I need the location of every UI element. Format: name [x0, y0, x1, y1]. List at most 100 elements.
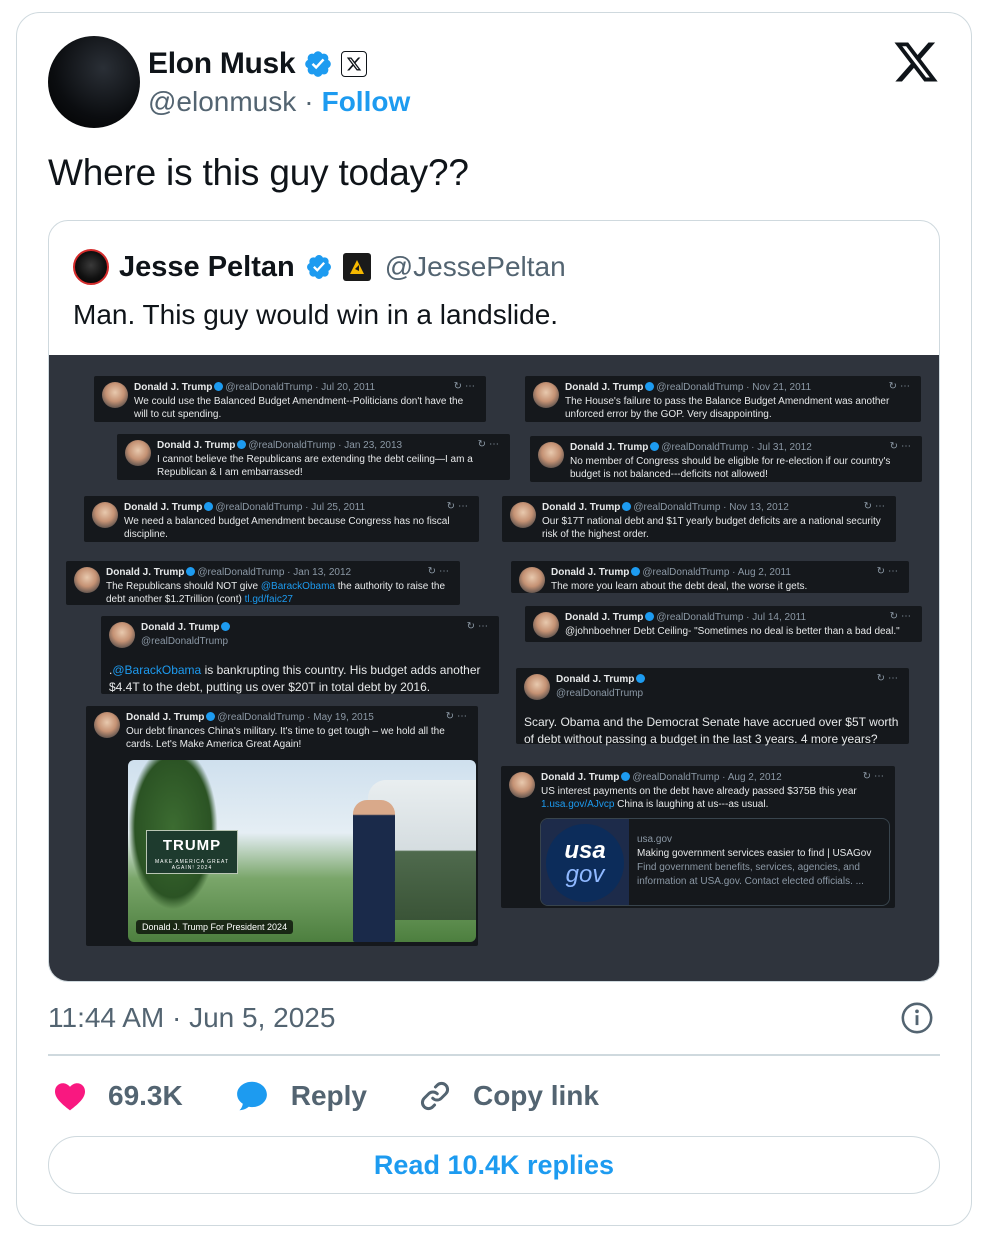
verified-badge-icon [636, 674, 646, 683]
collage-meta: @realDonaldTrump [141, 635, 229, 647]
collage-name: Donald J. Trump [542, 502, 621, 513]
link-domain: usa.gov [637, 834, 673, 845]
like-button[interactable]: 69.3K [52, 1078, 183, 1114]
follow-button[interactable]: Follow [322, 86, 411, 118]
verified-badge-icon [305, 51, 332, 77]
collage-tweet: Donald J. Trump @realDonaldTrump · Jul 31… [530, 436, 922, 482]
collage-meta: @realDonaldTrump · Jul 14, 2011 [656, 612, 807, 623]
campaign-photo: TRUMP MAKE AMERICA GREAT AGAIN! 2024 Don… [128, 760, 476, 942]
avatar[interactable] [48, 36, 140, 128]
reply-label: Reply [290, 1080, 367, 1111]
collage-name: Donald J. Trump [565, 382, 644, 393]
link-title: Making government services easier to fin… [637, 848, 872, 859]
tweet-text: Where is this guy today?? [48, 152, 469, 193]
reply-bubble-icon [236, 1081, 267, 1111]
copy-link-label: Copy link [472, 1080, 599, 1111]
collage-tweet: Donald J. Trump @realDonaldTrump · Jan 23… [117, 434, 510, 480]
collage-name: Donald J. Trump [565, 612, 644, 623]
more-icon: ↻⋯ [453, 381, 478, 392]
more-icon: ↻⋯ [445, 711, 470, 722]
collage-text: Our $17T national debt and $1T yearly bu… [542, 515, 881, 541]
collage-tweet: Donald J. Trump @realDonaldTrump .@Barack… [101, 616, 499, 694]
author-handle-row: @elonmusk · Follow [148, 86, 410, 118]
divider [48, 1054, 940, 1056]
collage-text: The Republicans should NOT give [106, 580, 261, 592]
verified-badge-icon [237, 440, 247, 449]
read-replies-button[interactable]: Read 10.4K replies [48, 1136, 940, 1194]
collage-text: No member of Congress should be eligible… [570, 455, 891, 481]
quoted-avatar[interactable] [73, 249, 109, 285]
more-icon: ↻⋯ [889, 441, 914, 452]
more-icon: ↻⋯ [466, 621, 491, 632]
usagov-logo: usa gov [541, 819, 629, 905]
sign-subtext: MAKE AMERICA GREAT AGAIN! 2024 [154, 859, 230, 871]
collage-text: China is laughing at us---as usual. [614, 799, 769, 810]
avatar [102, 382, 128, 408]
verified-badge-icon [186, 567, 196, 576]
logo-text-usa: usa [564, 837, 606, 864]
collage-meta: @realDonaldTrump · Jul 31, 2012 [661, 442, 812, 453]
collage-meta: @realDonaldTrump · Nov 13, 2012 [633, 502, 789, 513]
collage-name: Donald J. Trump [541, 772, 620, 783]
collage-text: @johnboehner Debt Ceiling- "Sometimes no… [565, 625, 900, 637]
collage-text: Our debt finances China's military. It's… [126, 725, 445, 751]
separator-dot: · [304, 86, 314, 117]
mention-link: @BarackObama [112, 663, 202, 677]
collage-text: The more you learn about the debt deal, … [551, 580, 808, 592]
timestamp[interactable]: 11:44 AM · Jun 5, 2025 [48, 1002, 335, 1034]
collage-name: Donald J. Trump [124, 502, 203, 513]
link-preview-card: usa gov usa.gov Making government service… [540, 818, 890, 906]
collage-name: Donald J. Trump [126, 712, 205, 723]
link-description: Find government benefits, services, agen… [637, 862, 864, 887]
avatar [509, 772, 535, 798]
verified-badge-icon [206, 712, 216, 721]
info-icon[interactable] [900, 1001, 934, 1035]
avatar [109, 622, 135, 648]
avatar [510, 502, 536, 528]
author-handle[interactable]: @elonmusk [148, 86, 296, 118]
verified-badge-icon [645, 382, 655, 391]
more-icon: ↻⋯ [427, 566, 452, 577]
avatar [94, 712, 120, 738]
sign-text: TRUMP [162, 837, 222, 854]
collage-tweet: Donald J. Trump @realDonaldTrump · Jan 13… [66, 561, 460, 605]
photo-caption: Donald J. Trump For President 2024 [136, 920, 294, 934]
verified-badge-icon [650, 442, 660, 451]
more-icon: ↻⋯ [862, 771, 887, 782]
verified-badge-icon [621, 772, 631, 781]
collage-name: Donald J. Trump [106, 567, 185, 578]
verified-badge-icon [645, 612, 655, 621]
link-icon [420, 1082, 449, 1110]
collage-name: Donald J. Trump [551, 567, 630, 578]
collage-name: Donald J. Trump [141, 622, 220, 633]
copy-link-button[interactable]: Copy link [417, 1078, 599, 1114]
quoted-author-name[interactable]: Jesse Peltan [119, 251, 295, 284]
avatar [524, 674, 550, 700]
collage-tweet: Donald J. Trump @realDonaldTrump · Jul 25… [84, 496, 479, 542]
avatar [533, 612, 559, 638]
reply-button[interactable]: Reply [233, 1077, 367, 1115]
affiliate-badge-icon [342, 253, 371, 281]
collage-name: Donald J. Trump [570, 442, 649, 453]
collage-tweet: Donald J. Trump @realDonaldTrump · Nov 13… [502, 496, 896, 542]
collage-tweet: Donald J. Trump @realDonaldTrump · Jul 20… [94, 376, 486, 422]
more-icon: ↻⋯ [888, 381, 913, 392]
collage-meta: @realDonaldTrump · Jul 20, 2011 [225, 382, 376, 393]
more-icon: ↻⋯ [863, 501, 888, 512]
collage-meta: @realDonaldTrump · Jul 25, 2011 [215, 502, 366, 513]
avatar [92, 502, 118, 528]
action-bar: 69.3K Reply Copy link [52, 1074, 649, 1118]
collage-tweet: Donald J. Trump @realDonaldTrump · Aug 2,… [511, 561, 909, 593]
walking-figure [353, 800, 395, 942]
more-icon: ↻⋯ [876, 673, 901, 684]
logo-text-gov: gov [565, 861, 605, 888]
x-affiliate-badge-icon [341, 51, 368, 77]
x-logo-icon[interactable] [892, 38, 940, 86]
collage-meta: @realDonaldTrump · Jan 23, 2013 [248, 440, 403, 451]
author-name[interactable]: Elon Musk [148, 47, 296, 81]
author-name-row: Elon Musk [148, 44, 368, 84]
collage-tweet: Donald J. Trump @realDonaldTrump Scary. O… [516, 668, 909, 746]
verified-badge-icon [622, 502, 632, 511]
short-link: tl.gd/faic27 [244, 594, 293, 605]
quoted-header: Jesse Peltan @JessePeltan [73, 249, 566, 285]
